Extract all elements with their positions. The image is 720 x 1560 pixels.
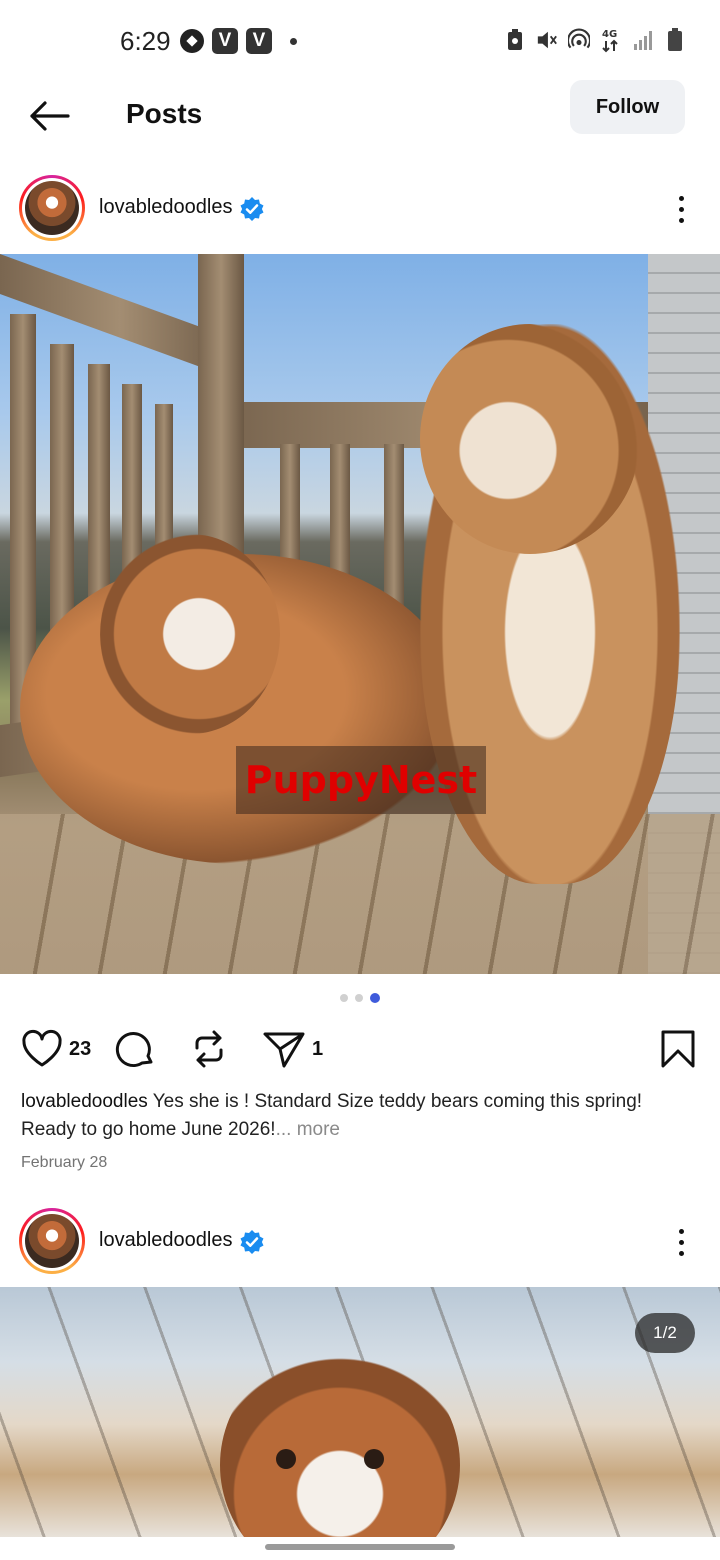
status-right-icons: 4G [504, 28, 686, 53]
more-dot-icon [678, 1228, 684, 1234]
v-app-icon: V [246, 28, 272, 54]
page-title: Posts [126, 98, 203, 129]
more-dot-icon [678, 195, 684, 201]
battery-icon [664, 28, 686, 52]
dog-lying-head [100, 534, 280, 734]
like-button[interactable]: 23 [21, 1026, 91, 1072]
share-count: 1 [312, 1037, 324, 1060]
watermark: PuppyNest [236, 746, 486, 814]
post-date: February 28 [21, 1154, 108, 1171]
heart-icon [22, 1029, 62, 1067]
save-button[interactable] [660, 1026, 696, 1072]
puppy-eye [364, 1449, 384, 1469]
carousel-dot [355, 994, 363, 1002]
status-bar: 6:29 V V 4G [0, 0, 720, 80]
post-options-button[interactable] [668, 1222, 694, 1262]
carousel-dot [340, 994, 348, 1002]
app-header: Posts Follow [0, 80, 720, 152]
avatar[interactable] [19, 175, 85, 241]
carousel-indicator [0, 993, 720, 1003]
puppy-eye [276, 1449, 296, 1469]
post-header: lovabledoodles [0, 175, 720, 251]
avatar[interactable] [19, 1208, 85, 1274]
caption-more-link[interactable]: ... more [276, 1119, 340, 1140]
repost-button[interactable] [188, 1026, 230, 1072]
more-dot-icon [678, 217, 684, 223]
caption-username[interactable]: lovabledoodles [21, 1091, 148, 1112]
more-dot-icon [678, 1239, 684, 1245]
dog-sitting-head [420, 324, 640, 554]
v-app-icon: V [212, 28, 238, 54]
post-actions: 23 1 [0, 1026, 720, 1072]
signal-icon [632, 28, 654, 52]
post-caption: lovabledoodles Yes she is ! Standard Siz… [21, 1088, 701, 1144]
soccer-ball-icon [180, 29, 204, 53]
post-username[interactable]: lovabledoodles [99, 1229, 232, 1252]
railing-post [198, 254, 244, 554]
back-button[interactable] [26, 96, 72, 136]
post-options-button[interactable] [668, 189, 694, 229]
network-4g-label: 4G [602, 29, 617, 40]
repost-icon [195, 1030, 223, 1068]
post-username[interactable]: lovabledoodles [99, 196, 232, 219]
post-header: lovabledoodles [0, 1208, 720, 1284]
network-4g-icon: 4G [600, 28, 622, 53]
send-icon [263, 1032, 305, 1068]
verified-badge-icon [239, 1229, 265, 1255]
comment-icon [115, 1032, 153, 1068]
follow-button[interactable]: Follow [570, 80, 685, 134]
back-arrow-icon [30, 101, 70, 131]
like-count: 23 [69, 1037, 92, 1060]
battery-saver-icon [504, 28, 526, 52]
hotspot-icon [568, 28, 590, 52]
comment-button[interactable] [115, 1026, 157, 1072]
avatar-image [25, 181, 79, 235]
post-image[interactable] [0, 1287, 720, 1537]
bookmark-icon [661, 1030, 695, 1068]
notification-dot-icon [290, 37, 297, 45]
mute-icon [536, 28, 558, 52]
avatar-image [25, 1214, 79, 1268]
carousel-dot-active [370, 993, 380, 1003]
more-dot-icon [678, 1250, 684, 1256]
share-button[interactable]: 1 [262, 1026, 323, 1072]
media-page-counter: 1/2 [635, 1313, 695, 1353]
status-time: 6:29 [120, 26, 171, 56]
home-indicator[interactable] [265, 1544, 455, 1550]
more-dot-icon [678, 206, 684, 212]
status-left-icons: V V [180, 28, 297, 54]
verified-badge-icon [239, 196, 265, 222]
post-image[interactable]: PuppyNest [0, 254, 720, 974]
watermark-text: PuppyNest [244, 758, 478, 802]
